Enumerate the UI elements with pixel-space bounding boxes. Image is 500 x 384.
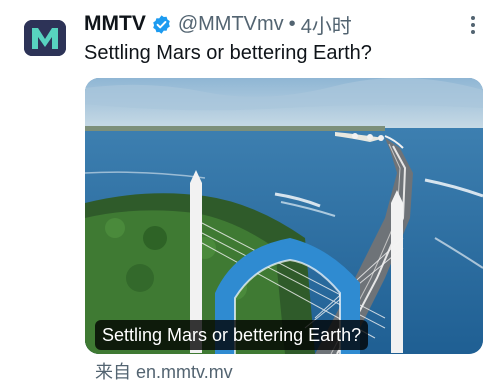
mmtv-logo-icon	[24, 20, 66, 56]
card-caption: Settling Mars or bettering Earth?	[95, 320, 369, 350]
avatar[interactable]	[24, 20, 66, 56]
link-card[interactable]: Settling Mars or bettering Earth?	[85, 78, 483, 354]
tweet-header: MMTV @MMTVmv • 4小时	[84, 10, 352, 39]
card-source[interactable]: 来自 en.mmtv.mv	[95, 358, 233, 384]
bridge-photo	[85, 78, 483, 354]
verified-badge-icon	[153, 14, 170, 34]
source-domain[interactable]: en.mmtv.mv	[136, 362, 233, 382]
tweet-text: Settling Mars or bettering Earth?	[84, 42, 372, 64]
source-prefix: 来自	[95, 362, 131, 383]
author-name[interactable]: MMTV	[84, 12, 146, 36]
post-timestamp[interactable]: 4小时	[301, 10, 352, 39]
author-handle[interactable]: @MMTVmv	[178, 13, 284, 36]
more-options-icon[interactable]	[462, 14, 484, 36]
header-separator: •	[288, 12, 296, 35]
